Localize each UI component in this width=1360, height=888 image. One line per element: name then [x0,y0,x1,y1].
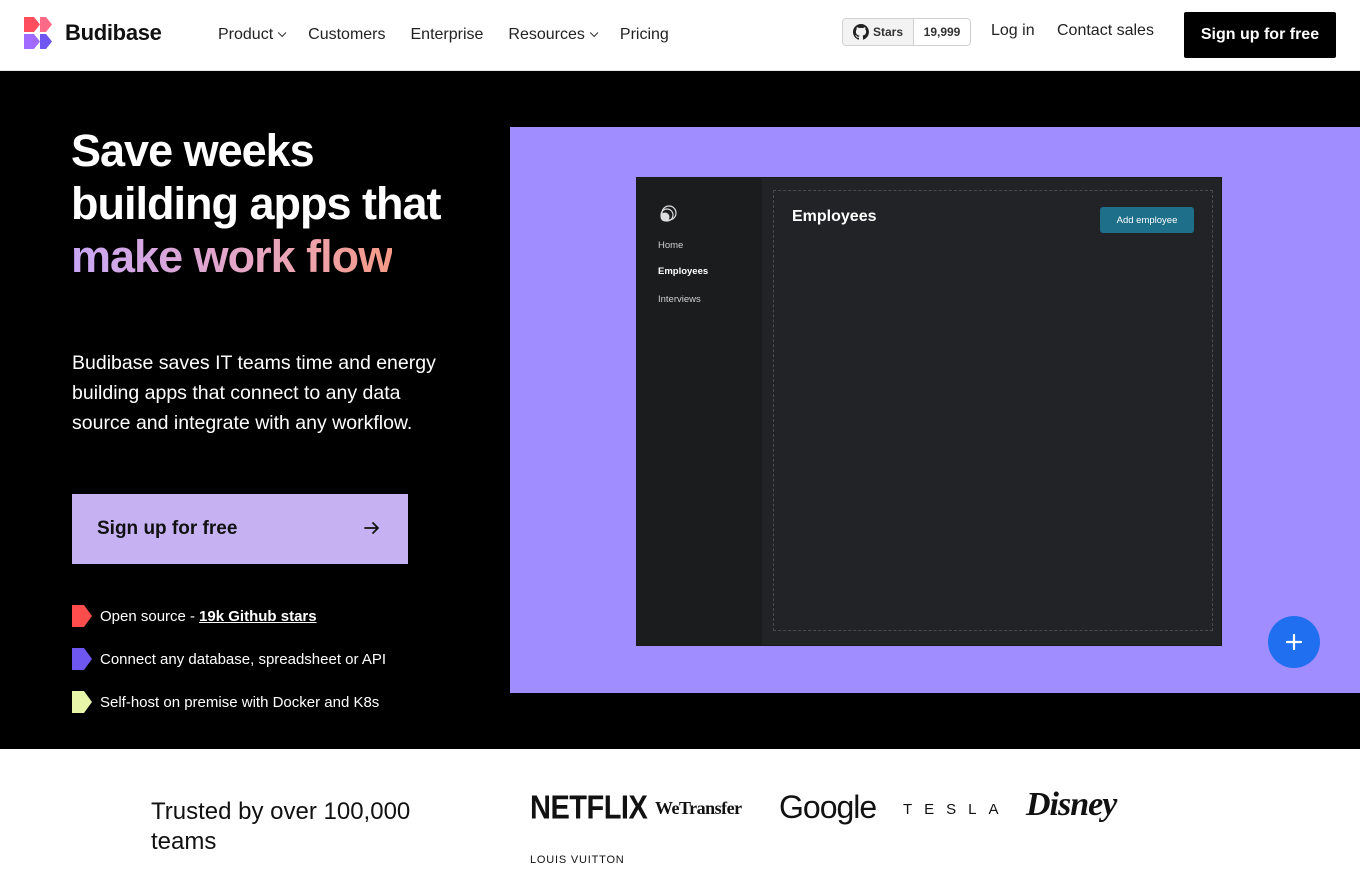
sidebar-item-interviews[interactable]: Interviews [658,294,701,305]
demo-app-canvas: Employees Add employee [773,190,1213,631]
trusted-heading: Trusted by over 100,000 teams [151,798,411,855]
github-stars-label-section: Stars [843,19,914,45]
contact-sales-link[interactable]: Contact sales [1057,22,1154,40]
sidebar-item-employees[interactable]: Employees [658,266,708,277]
hero-signup-button[interactable]: Sign up for free [72,494,408,564]
app-logo-icon [660,205,677,222]
nav-link-product[interactable]: Product [218,24,287,46]
hero-title-highlight: make work flow [71,231,393,282]
nav-link-resources[interactable]: Resources [508,24,599,46]
wetransfer-logo: WeTransfer [655,798,742,818]
nav-link-enterprise[interactable]: Enterprise [411,24,484,46]
github-icon [853,24,869,40]
feature-text: Self-host on premise with Docker and K8s [100,693,380,711]
feature-text: Connect any database, spreadsheet or API [100,650,387,668]
arrow-right-icon [364,522,379,534]
chevron-down-icon [589,28,599,38]
budibase-logo-icon [24,17,56,49]
nav-link-label: Product [218,26,274,43]
hero-section: Save weeks building apps that make work … [0,71,1360,749]
add-fab-button[interactable] [1268,616,1320,668]
netflix-logo: NETFLIX [530,789,648,827]
screen-title: Employees [792,208,877,225]
plus-icon [1286,634,1302,650]
red-flag-icon [72,605,92,627]
github-stars-label: Stars [872,25,903,39]
product-demo: Home Employees Interviews Employees Add … [510,127,1360,693]
nav-link-label: Customers [308,26,386,43]
hero-subtitle: Budibase saves IT teams time and energy … [72,352,436,434]
feature-open-source: Open source - 19k Github stars [72,605,317,627]
demo-app-sidebar: Home Employees Interviews [637,178,762,645]
github-stars-count: 19,999 [914,19,970,45]
purple-flag-icon [72,648,92,670]
feature-connect-data: Connect any database, spreadsheet or API [72,648,386,670]
demo-app-window: Home Employees Interviews Employees Add … [636,177,1222,646]
nav-links: Product Customers Enterprise Resources P… [218,24,694,46]
nav-link-label: Pricing [619,26,669,43]
login-link[interactable]: Log in [991,22,1035,40]
budibase-logo[interactable]: Budibase [24,17,162,49]
github-stars-link[interactable]: 19k Github stars [199,608,317,625]
chevron-down-icon [278,28,287,38]
google-logo: Google [779,789,877,825]
add-employee-button[interactable]: Add employee [1100,207,1194,233]
top-navigation: Budibase Product Customers Enterprise Re… [0,0,1360,71]
louis-vuitton-logo: LOUIS VUITTON [530,854,625,866]
disney-logo: Disney [1026,786,1117,823]
sidebar-item-home[interactable]: Home [658,240,683,251]
github-stars-button[interactable]: Stars 19,999 [842,18,971,46]
brand-name: Budibase [65,20,162,45]
nav-link-label: Enterprise [410,26,484,43]
hero-signup-label: Sign up for free [97,518,238,539]
feature-text: Open source - [100,607,196,625]
nav-link-pricing[interactable]: Pricing [620,24,669,46]
signup-button[interactable]: Sign up for free [1184,12,1336,58]
yellow-flag-icon [72,691,92,713]
nav-link-customers[interactable]: Customers [308,24,385,46]
hero-title-plain: Save weeks building apps that [71,125,441,229]
hero-title: Save weeks building apps that make work … [71,124,491,283]
tesla-logo: TESLA [903,801,1011,818]
feature-self-host: Self-host on premise with Docker and K8s [72,691,379,713]
nav-link-label: Resources [508,26,585,43]
